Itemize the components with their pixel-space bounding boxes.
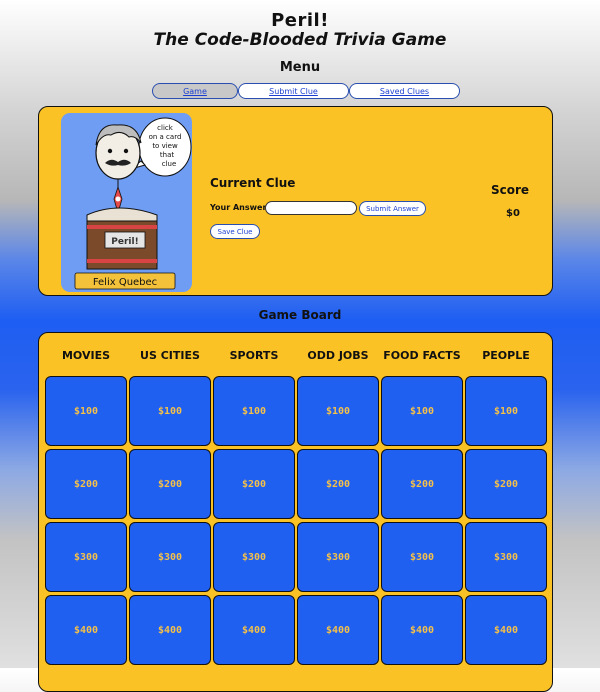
clue-tile[interactable]: $200 [465,449,547,519]
nav-submit-clue-button[interactable]: Submit Clue [238,83,349,99]
clue-tile[interactable]: $400 [213,595,295,665]
clue-tile[interactable]: $300 [297,522,379,592]
host-name: Felix Quebec [93,277,157,288]
speech-line: clue [162,160,177,168]
speech-line: to view [152,142,178,150]
answer-input[interactable] [265,201,357,215]
answer-label: Your Answer: [210,203,270,212]
host-card: click on a card to view that clue Peril! [61,113,192,292]
game-board-heading: Game Board [258,308,342,322]
page-title: Peril! [271,10,329,31]
category-header: FOOD FACTS [383,349,461,362]
category-header: SPORTS [229,349,279,362]
score-value: $0 [506,208,520,219]
clue-tile[interactable]: $300 [129,522,211,592]
submit-answer-button[interactable]: Submit Answer [359,201,426,216]
nav-saved-clues-button[interactable]: Saved Clues [349,83,460,99]
clue-tile[interactable]: $400 [297,595,379,665]
clue-tile[interactable]: $100 [297,376,379,446]
category-header: ODD JOBS [307,349,369,362]
clue-tile[interactable]: $300 [465,522,547,592]
score-heading: Score [491,183,530,197]
clue-tile[interactable]: $400 [381,595,463,665]
clue-panel: click on a card to view that clue Peril! [38,106,553,296]
page-subtitle: The Code-Blooded Trivia Game [153,30,447,50]
clue-tile[interactable]: $400 [129,595,211,665]
speech-line: that [160,151,174,159]
podium-label: Peril! [111,237,138,247]
current-clue-heading: Current Clue [210,176,296,190]
speech-line: on a card [149,133,182,141]
nav-game-button[interactable]: Game [152,83,238,99]
clue-tile[interactable]: $100 [381,376,463,446]
category-header: MOVIES [61,349,111,362]
clue-tile[interactable]: $100 [129,376,211,446]
save-clue-button[interactable]: Save Clue [210,224,260,239]
clue-tile[interactable]: $400 [465,595,547,665]
category-header: PEOPLE [482,349,530,362]
clue-tile[interactable]: $200 [129,449,211,519]
category-header: US CITIES [140,349,200,362]
speech-line: click [157,124,174,132]
host-illustration: click on a card to view that clue Peril! [74,117,192,290]
game-board: MOVIES US CITIES SPORTS ODD JOBS FOOD FACTS P… [38,332,553,692]
clue-tile[interactable]: $100 [465,376,547,446]
clue-tile[interactable]: $200 [213,449,295,519]
clue-tile[interactable]: $100 [45,376,127,446]
menu-heading: Menu [279,60,321,75]
clue-tile[interactable]: $100 [213,376,295,446]
clue-tile[interactable]: $300 [213,522,295,592]
clue-tile[interactable]: $400 [45,595,127,665]
clue-tile[interactable]: $200 [297,449,379,519]
clue-tile[interactable]: $200 [381,449,463,519]
clue-tile[interactable]: $200 [45,449,127,519]
clue-tile[interactable]: $300 [45,522,127,592]
clue-tile[interactable]: $300 [381,522,463,592]
